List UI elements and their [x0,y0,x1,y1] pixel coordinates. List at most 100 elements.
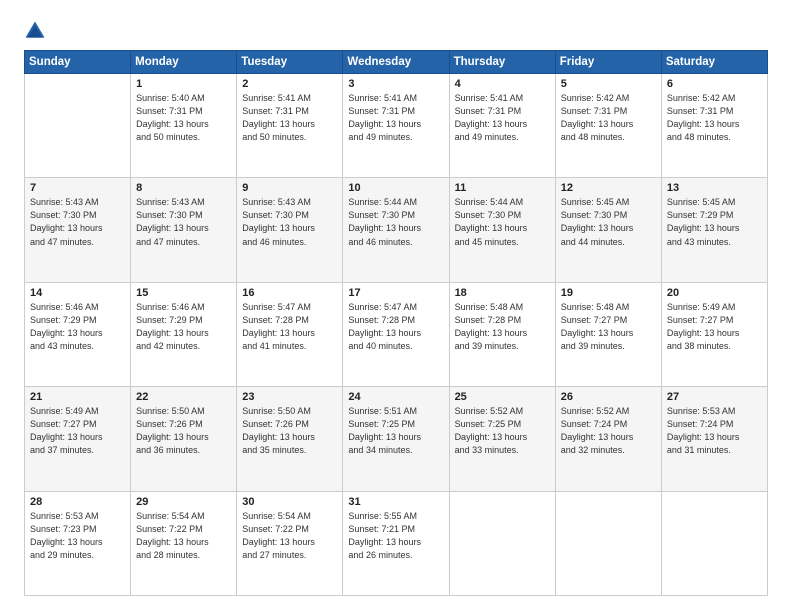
day-number: 23 [242,391,337,403]
calendar-cell [661,491,767,595]
day-info: Sunrise: 5:46 AM Sunset: 7:29 PM Dayligh… [136,301,231,353]
day-info: Sunrise: 5:44 AM Sunset: 7:30 PM Dayligh… [348,196,443,248]
day-info: Sunrise: 5:41 AM Sunset: 7:31 PM Dayligh… [455,92,550,144]
calendar-cell: 2 Sunrise: 5:41 AM Sunset: 7:31 PM Daylig… [237,74,343,178]
day-info: Sunrise: 5:43 AM Sunset: 7:30 PM Dayligh… [136,196,231,248]
calendar-table: SundayMondayTuesdayWednesdayThursdayFrid… [24,50,768,596]
calendar-cell: 13Sunrise: 5:45 AM Sunset: 7:29 PM Dayli… [661,178,767,282]
day-number: 8 [136,182,231,194]
day-info: Sunrise: 5:42 AM Sunset: 7:31 PM Dayligh… [561,92,656,144]
day-number: 28 [30,496,125,508]
day-number: 21 [30,391,125,403]
calendar-week-row: 14Sunrise: 5:46 AM Sunset: 7:29 PM Dayli… [25,282,768,386]
calendar-cell [25,74,131,178]
calendar-cell: 20Sunrise: 5:49 AM Sunset: 7:27 PM Dayli… [661,282,767,386]
calendar-cell: 16 Sunrise: 5:47 AM Sunset: 7:28 PM Dayli… [237,282,343,386]
page: SundayMondayTuesdayWednesdayThursdayFrid… [0,0,792,612]
day-info: Sunrise: 5:52 AM Sunset: 7:25 PM Dayligh… [455,405,550,457]
calendar-cell: 21 Sunrise: 5:49 AM Sunset: 7:27 PM Dayli… [25,387,131,491]
day-info: Sunrise: 5:53 AM Sunset: 7:23 PM Dayligh… [30,510,125,562]
calendar-cell: 1 Sunrise: 5:40 AM Sunset: 7:31 PM Daylig… [131,74,237,178]
day-number: 3 [348,78,443,90]
day-info: Sunrise: 5:43 AM Sunset: 7:30 PM Dayligh… [242,196,337,248]
day-number: 5 [561,78,656,90]
day-number: 4 [455,78,550,90]
day-number: 15 [136,287,231,299]
calendar-header: SundayMondayTuesdayWednesdayThursdayFrid… [25,51,768,74]
day-of-week-header: Sunday [25,51,131,74]
calendar-cell: 4 Sunrise: 5:41 AM Sunset: 7:31 PM Daylig… [449,74,555,178]
calendar-cell: 30 Sunrise: 5:54 AM Sunset: 7:22 PM Dayli… [237,491,343,595]
day-info: Sunrise: 5:41 AM Sunset: 7:31 PM Dayligh… [242,92,337,144]
header [24,20,768,42]
calendar-cell: 27Sunrise: 5:53 AM Sunset: 7:24 PM Dayli… [661,387,767,491]
logo [24,20,50,42]
day-number: 29 [136,496,231,508]
calendar-cell: 11Sunrise: 5:44 AM Sunset: 7:30 PM Dayli… [449,178,555,282]
calendar-cell: 5 Sunrise: 5:42 AM Sunset: 7:31 PM Daylig… [555,74,661,178]
day-number: 20 [667,287,762,299]
calendar-cell: 25 Sunrise: 5:52 AM Sunset: 7:25 PM Dayli… [449,387,555,491]
day-info: Sunrise: 5:40 AM Sunset: 7:31 PM Dayligh… [136,92,231,144]
day-number: 12 [561,182,656,194]
calendar-cell [449,491,555,595]
calendar-cell: 12 Sunrise: 5:45 AM Sunset: 7:30 PM Dayli… [555,178,661,282]
day-info: Sunrise: 5:55 AM Sunset: 7:21 PM Dayligh… [348,510,443,562]
calendar-cell: 3 Sunrise: 5:41 AM Sunset: 7:31 PM Daylig… [343,74,449,178]
day-info: Sunrise: 5:42 AM Sunset: 7:31 PM Dayligh… [667,92,762,144]
day-info: Sunrise: 5:45 AM Sunset: 7:30 PM Dayligh… [561,196,656,248]
calendar-week-row: 1 Sunrise: 5:40 AM Sunset: 7:31 PM Daylig… [25,74,768,178]
day-number: 31 [348,496,443,508]
calendar-cell: 31 Sunrise: 5:55 AM Sunset: 7:21 PM Dayli… [343,491,449,595]
day-info: Sunrise: 5:49 AM Sunset: 7:27 PM Dayligh… [30,405,125,457]
calendar-cell: 29 Sunrise: 5:54 AM Sunset: 7:22 PM Dayli… [131,491,237,595]
day-number: 19 [561,287,656,299]
calendar-cell: 19 Sunrise: 5:48 AM Sunset: 7:27 PM Dayli… [555,282,661,386]
day-info: Sunrise: 5:54 AM Sunset: 7:22 PM Dayligh… [136,510,231,562]
day-number: 30 [242,496,337,508]
day-number: 9 [242,182,337,194]
calendar-cell: 22 Sunrise: 5:50 AM Sunset: 7:26 PM Dayli… [131,387,237,491]
day-number: 1 [136,78,231,90]
calendar-cell: 14Sunrise: 5:46 AM Sunset: 7:29 PM Dayli… [25,282,131,386]
calendar-cell: 7 Sunrise: 5:43 AM Sunset: 7:30 PM Daylig… [25,178,131,282]
day-of-week-header: Monday [131,51,237,74]
day-info: Sunrise: 5:54 AM Sunset: 7:22 PM Dayligh… [242,510,337,562]
day-number: 6 [667,78,762,90]
day-number: 16 [242,287,337,299]
day-number: 22 [136,391,231,403]
day-number: 11 [455,182,550,194]
day-info: Sunrise: 5:53 AM Sunset: 7:24 PM Dayligh… [667,405,762,457]
calendar-week-row: 28 Sunrise: 5:53 AM Sunset: 7:23 PM Dayli… [25,491,768,595]
calendar-week-row: 21 Sunrise: 5:49 AM Sunset: 7:27 PM Dayli… [25,387,768,491]
day-of-week-header: Thursday [449,51,555,74]
day-number: 17 [348,287,443,299]
day-info: Sunrise: 5:41 AM Sunset: 7:31 PM Dayligh… [348,92,443,144]
day-number: 13 [667,182,762,194]
calendar-cell: 8 Sunrise: 5:43 AM Sunset: 7:30 PM Daylig… [131,178,237,282]
calendar-cell: 17 Sunrise: 5:47 AM Sunset: 7:28 PM Dayli… [343,282,449,386]
day-number: 2 [242,78,337,90]
day-of-week-header: Wednesday [343,51,449,74]
day-info: Sunrise: 5:43 AM Sunset: 7:30 PM Dayligh… [30,196,125,248]
logo-icon [24,20,46,42]
day-info: Sunrise: 5:47 AM Sunset: 7:28 PM Dayligh… [242,301,337,353]
calendar-week-row: 7 Sunrise: 5:43 AM Sunset: 7:30 PM Daylig… [25,178,768,282]
day-info: Sunrise: 5:48 AM Sunset: 7:27 PM Dayligh… [561,301,656,353]
day-of-week-header: Friday [555,51,661,74]
calendar-cell: 23Sunrise: 5:50 AM Sunset: 7:26 PM Dayli… [237,387,343,491]
calendar-cell: 26Sunrise: 5:52 AM Sunset: 7:24 PM Dayli… [555,387,661,491]
calendar-cell: 9 Sunrise: 5:43 AM Sunset: 7:30 PM Daylig… [237,178,343,282]
calendar-cell: 18Sunrise: 5:48 AM Sunset: 7:28 PM Dayli… [449,282,555,386]
calendar-cell: 15 Sunrise: 5:46 AM Sunset: 7:29 PM Dayli… [131,282,237,386]
day-info: Sunrise: 5:51 AM Sunset: 7:25 PM Dayligh… [348,405,443,457]
day-info: Sunrise: 5:48 AM Sunset: 7:28 PM Dayligh… [455,301,550,353]
calendar-cell: 28 Sunrise: 5:53 AM Sunset: 7:23 PM Dayli… [25,491,131,595]
day-info: Sunrise: 5:47 AM Sunset: 7:28 PM Dayligh… [348,301,443,353]
calendar-cell: 24Sunrise: 5:51 AM Sunset: 7:25 PM Dayli… [343,387,449,491]
day-info: Sunrise: 5:52 AM Sunset: 7:24 PM Dayligh… [561,405,656,457]
day-number: 7 [30,182,125,194]
day-number: 25 [455,391,550,403]
day-info: Sunrise: 5:50 AM Sunset: 7:26 PM Dayligh… [136,405,231,457]
day-number: 10 [348,182,443,194]
